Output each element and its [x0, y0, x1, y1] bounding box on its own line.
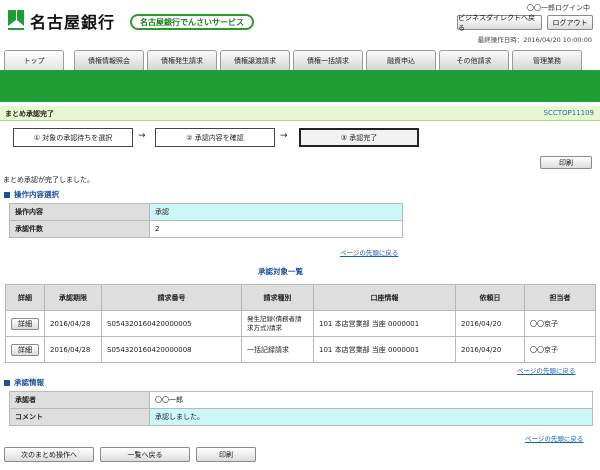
last-operation-time: 最終操作日時：2016/04/20 10:00:00 [477, 36, 592, 44]
col-deadline: 承認期限 [44, 284, 102, 311]
print-button-top[interactable]: 印刷 [540, 156, 592, 169]
back-to-top-link[interactable]: ページの先頭に戻る [525, 433, 583, 443]
deadline-cell: 2016/04/28 [44, 310, 102, 337]
tab-claim-inquiry[interactable]: 債権情報照会 [74, 50, 144, 70]
operation-value: 承認 [149, 203, 403, 221]
operation-label: 操作内容 [9, 203, 150, 221]
tab-claim-transfer[interactable]: 債権譲渡請求 [220, 50, 290, 70]
comment-value: 承認しました。 [149, 408, 593, 426]
approval-info-table: 承認者 〇〇一郎 コメント 承認しました。 [9, 391, 593, 426]
deadline-cell: 2016/04/28 [44, 336, 102, 363]
tab-other-requests[interactable]: その他請求 [439, 50, 509, 70]
section-title-operation: 操作内容選択 [4, 189, 59, 200]
approval-list-table: 詳細 承認期限 請求番号 請求種別 口座情報 依頼日 担当者 詳細 2016/0… [5, 284, 596, 363]
service-name-badge: 名古屋銀行でんさいサービス [130, 14, 254, 30]
completion-message: まとめ承認が完了しました。 [3, 176, 94, 184]
page-title: まとめ承認完了 [5, 110, 54, 118]
logout-button[interactable]: ログアウト [547, 15, 593, 30]
tab-top[interactable]: トップ [4, 50, 64, 70]
tab-claim-issue[interactable]: 債権発生請求 [147, 50, 217, 70]
section-title-operation-label: 操作内容選択 [14, 190, 59, 199]
section-square-icon [4, 379, 10, 386]
step-complete: ③ 承認完了 [299, 128, 419, 147]
approver-value: 〇〇一郎 [149, 391, 593, 409]
approval-list-title: 承認対象一覧 [258, 267, 303, 276]
table-row: 詳細 2016/04/28 S054320160420000008 一括記録請求… [5, 336, 596, 363]
person-cell: 〇〇京子 [524, 336, 596, 363]
nav-submenu-bar [0, 70, 600, 102]
tab-financing[interactable]: 融資申込 [366, 50, 436, 70]
detail-button[interactable]: 詳細 [11, 317, 39, 330]
user-login-status: 〇〇一郎ログイン中 [527, 4, 590, 12]
request-no-cell: S054320160420000008 [101, 336, 242, 363]
approval-count-value: 2 [149, 220, 403, 238]
request-type-cell: 発生記録(債務者請求方式)請求 [241, 310, 314, 337]
col-person: 担当者 [524, 284, 596, 311]
request-date-cell: 2016/04/20 [455, 336, 525, 363]
back-to-top-link[interactable]: ページの先頭に戻る [340, 247, 398, 257]
request-date-cell: 2016/04/20 [455, 310, 525, 337]
approval-count-label: 承認件数 [9, 220, 150, 238]
business-direct-button[interactable]: ビジネスダイレクトへ戻る [457, 14, 542, 32]
section-title-approval-info: 承認情報 [4, 377, 44, 388]
print-button-bottom[interactable]: 印刷 [196, 447, 256, 462]
step-arrow-icon: → [138, 131, 146, 141]
col-request-date: 依頼日 [455, 284, 525, 311]
account-cell: 101 本店営業部 当座 0000001 [313, 310, 456, 337]
account-cell: 101 本店営業部 当座 0000001 [313, 336, 456, 363]
comment-label: コメント [9, 408, 150, 426]
main-nav: トップ 債権情報照会 債権発生請求 債権譲渡請求 債権一括請求 融資申込 その他… [4, 50, 596, 70]
back-to-list-button[interactable]: 一覧へ戻る [100, 447, 190, 462]
back-to-top-link[interactable]: ページの先頭に戻る [517, 365, 575, 375]
operation-table: 操作内容 承認 承認件数 2 [9, 203, 403, 238]
step-select-target: ① 対象の承認待ちを選択 [13, 128, 133, 147]
screen-code: SCCTOP11109 [543, 109, 595, 117]
tab-bulk-request[interactable]: 債権一括請求 [293, 50, 363, 70]
person-cell: 〇〇京子 [524, 310, 596, 337]
request-type-cell: 一括記録請求 [241, 336, 314, 363]
section-square-icon [4, 191, 10, 198]
step-confirm: ② 承認内容を確認 [155, 128, 275, 147]
step-arrow-icon: → [280, 131, 288, 141]
tab-management[interactable]: 管理業務 [512, 50, 582, 70]
page-header: まとめ承認完了 SCCTOP11109 [0, 106, 600, 121]
col-detail: 詳細 [5, 284, 45, 311]
detail-button[interactable]: 詳細 [11, 343, 39, 356]
request-no-cell: S054320160420000005 [101, 310, 242, 337]
col-request-type: 請求種別 [241, 284, 314, 311]
approver-label: 承認者 [9, 391, 150, 409]
col-account: 口座情報 [313, 284, 456, 311]
next-bulk-operation-button[interactable]: 次のまとめ操作へ [4, 447, 94, 462]
col-request-no: 請求番号 [101, 284, 242, 311]
table-row: 詳細 2016/04/28 S054320160420000005 発生記録(債… [5, 310, 596, 337]
bank-name: 名古屋銀行 [30, 13, 116, 32]
section-title-approval-info-label: 承認情報 [14, 378, 44, 387]
bank-logo-icon [8, 10, 24, 30]
